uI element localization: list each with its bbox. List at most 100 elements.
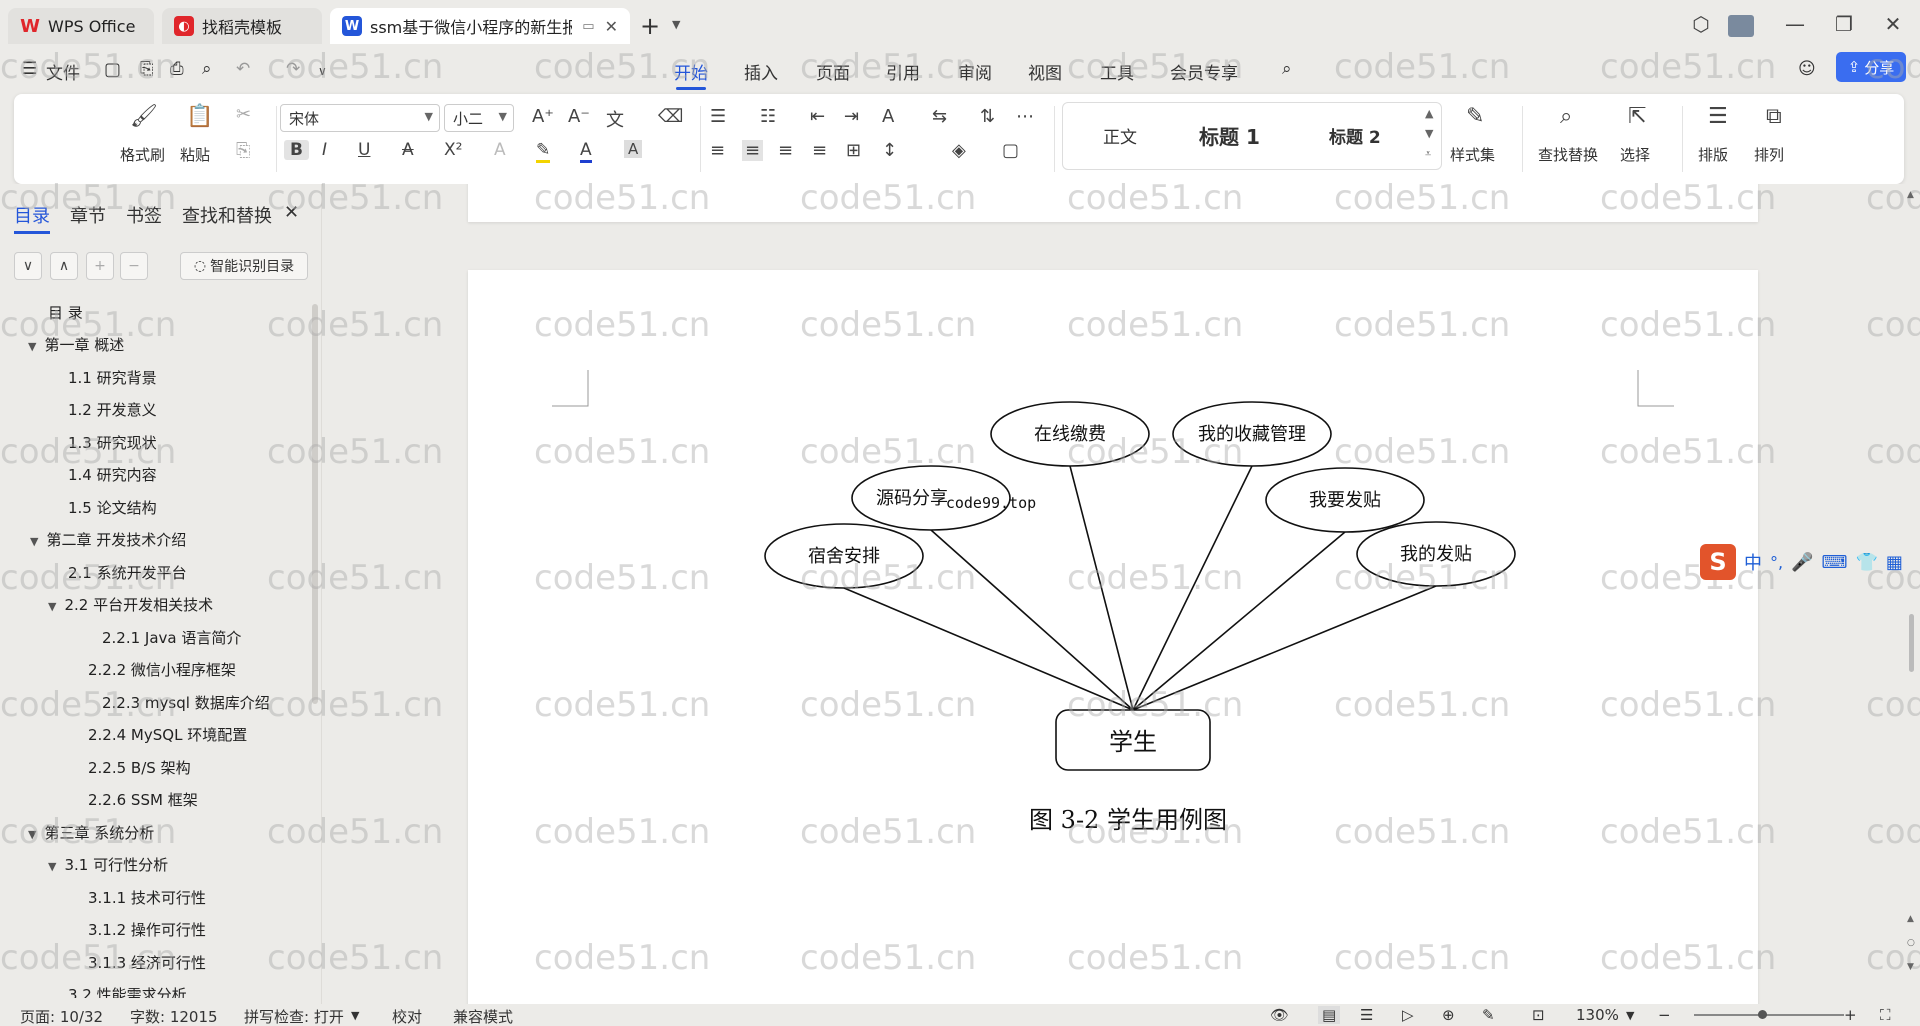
- tab-find-replace[interactable]: 查找和替换: [182, 202, 272, 228]
- toc-item[interactable]: 2.2.5 B/S 架构: [88, 757, 191, 778]
- shading-icon[interactable]: ◈: [952, 140, 966, 161]
- arrange-icon[interactable]: ⧉: [1766, 104, 1782, 129]
- clear-format-icon[interactable]: ⌫: [658, 106, 683, 127]
- align-left-icon[interactable]: ≡: [710, 140, 725, 161]
- close-tab-icon[interactable]: ✕: [605, 17, 618, 36]
- redo-icon[interactable]: ↷: [286, 59, 300, 79]
- toc-item[interactable]: 3.1.3 经济可行性: [88, 952, 206, 973]
- document-page[interactable]: 宿舍安排 源码分享 在线缴费 我的收藏管理 我要发贴 我的发贴 学生 code9…: [468, 270, 1758, 1006]
- copy-icon[interactable]: ⎘: [236, 140, 250, 161]
- search-icon[interactable]: ⌕: [1282, 59, 1292, 79]
- undo-icon[interactable]: ↶: [236, 59, 250, 79]
- strikethrough-icon[interactable]: A: [402, 140, 414, 160]
- tab-references[interactable]: 引用: [886, 59, 920, 84]
- borders-icon[interactable]: ▢: [1002, 140, 1019, 161]
- zoom-in-icon[interactable]: +: [1844, 1006, 1857, 1024]
- close-window-icon[interactable]: ✕: [1878, 12, 1908, 36]
- spellcheck-toggle[interactable]: 拼写检查: 打开: [244, 1006, 344, 1026]
- zoom-slider[interactable]: [1694, 1014, 1844, 1016]
- toc-item[interactable]: 3.1.1 技术可行性: [88, 887, 206, 908]
- keyboard-icon[interactable]: ⌨: [1822, 552, 1848, 573]
- print-icon[interactable]: ⎙: [170, 59, 184, 79]
- chevron-down-icon[interactable]: ▼: [1626, 1009, 1634, 1022]
- style-heading-1[interactable]: 标题 1: [1199, 121, 1260, 150]
- toc-item[interactable]: 2.2.4 MySQL 环境配置: [88, 724, 247, 745]
- toc-item[interactable]: 1.1 研究背景: [68, 367, 157, 388]
- file-menu[interactable]: 文件: [46, 59, 80, 84]
- select-button[interactable]: 选择: [1620, 144, 1650, 165]
- avatar[interactable]: [1728, 15, 1754, 37]
- window-icon[interactable]: ▭: [582, 19, 594, 34]
- zoom-slider-thumb[interactable]: [1758, 1010, 1767, 1019]
- chevron-down-icon[interactable]: ▼: [351, 1009, 359, 1022]
- shrink-font-icon[interactable]: A⁻: [568, 106, 590, 127]
- pinyin-icon[interactable]: 文: [606, 106, 624, 132]
- fit-page-icon[interactable]: ⊡: [1532, 1006, 1545, 1024]
- find-replace-button[interactable]: 查找替换: [1538, 144, 1598, 165]
- increase-indent-icon[interactable]: ⇥: [844, 106, 859, 127]
- prev-page-icon[interactable]: ○: [1907, 938, 1915, 948]
- align-right-icon[interactable]: ≡: [778, 140, 793, 161]
- outline-view-icon[interactable]: ☰: [1360, 1006, 1373, 1024]
- tab-document[interactable]: W ssm基于微信小程序的新生报到 ▭ ✕: [330, 8, 630, 44]
- toc-item[interactable]: ▼ 第二章 开发技术介绍: [30, 529, 186, 550]
- tab-list-chevron-icon[interactable]: ▼: [672, 18, 680, 31]
- decrease-indent-icon[interactable]: ⇤: [810, 106, 825, 127]
- style-set-icon[interactable]: ✎: [1466, 104, 1484, 129]
- skin-shirt-icon[interactable]: 👕: [1856, 552, 1878, 573]
- toc-item[interactable]: 1.3 研究现状: [68, 432, 157, 453]
- italic-icon[interactable]: I: [322, 140, 327, 160]
- toc-item[interactable]: 1.2 开发意义: [68, 399, 157, 420]
- scroll-thumb[interactable]: [1909, 614, 1914, 672]
- toc-item[interactable]: 2.2.2 微信小程序框架: [88, 659, 236, 680]
- cube-icon[interactable]: ⬡: [1686, 12, 1716, 36]
- chat-icon[interactable]: ☺: [1798, 59, 1816, 79]
- punctuation-icon[interactable]: °,: [1770, 553, 1783, 572]
- format-painter-icon[interactable]: 🖌: [130, 104, 158, 129]
- smart-toc-button[interactable]: ◌ 智能识别目录: [180, 252, 308, 280]
- text-effect-icon[interactable]: A: [494, 140, 506, 160]
- tab-insert[interactable]: 插入: [744, 59, 778, 84]
- tab-chapters[interactable]: 章节: [70, 202, 106, 228]
- para-spacing-icon[interactable]: ⇆: [932, 106, 947, 127]
- tab-toc[interactable]: 目录: [14, 202, 50, 234]
- toc-item[interactable]: ▼ 2.2 平台开发相关技术: [48, 594, 213, 615]
- layout-button[interactable]: 排版: [1698, 144, 1728, 165]
- toc-item[interactable]: 1.4 研究内容: [68, 464, 157, 485]
- toc-item[interactable]: 2.2.3 mysql 数据库介绍: [102, 692, 270, 713]
- font-name-select[interactable]: 宋体 ▼: [280, 104, 440, 132]
- microphone-icon[interactable]: 🎤: [1791, 552, 1813, 573]
- pane-scrollbar[interactable]: [312, 304, 318, 704]
- more-chevron-icon[interactable]: ∨: [318, 64, 327, 78]
- hamburger-icon[interactable]: ☰: [22, 59, 37, 79]
- share-button[interactable]: ⇪ 分享: [1836, 52, 1906, 82]
- tab-view[interactable]: 视图: [1028, 59, 1062, 84]
- toc-item[interactable]: ▼ 第三章 系统分析: [28, 822, 154, 843]
- tab-home[interactable]: 开始: [674, 59, 708, 90]
- toc-item[interactable]: 2.1 系统开发平台: [68, 562, 187, 583]
- toc-item[interactable]: 3.2 性能需求分析: [68, 984, 187, 998]
- char-shading-icon[interactable]: A: [624, 140, 643, 158]
- tab-template[interactable]: ◐ 找稻壳模板: [162, 8, 322, 44]
- scroll-up-icon[interactable]: ▲: [1907, 914, 1914, 924]
- print-preview-icon[interactable]: ⌕: [202, 59, 212, 79]
- line-spacing-icon[interactable]: ↕: [882, 140, 897, 161]
- underline-icon[interactable]: U: [358, 140, 370, 160]
- document-scrollbar[interactable]: ▲ ▲ ○ ▼: [1904, 184, 1920, 1006]
- show-marks-icon[interactable]: ⋯: [1016, 106, 1034, 127]
- play-icon[interactable]: ▷: [1402, 1006, 1414, 1024]
- tab-review[interactable]: 审阅: [958, 59, 992, 84]
- style-set-button[interactable]: 样式集: [1450, 144, 1495, 165]
- numbered-list-icon[interactable]: ☷: [760, 106, 776, 127]
- toc-item[interactable]: ▼ 3.1 可行性分析: [48, 854, 168, 875]
- proofread-button[interactable]: 校对: [392, 1006, 422, 1026]
- scroll-up-icon[interactable]: ▲: [1425, 107, 1433, 120]
- bold-icon[interactable]: B: [284, 140, 309, 160]
- page-view-icon[interactable]: ▤: [1318, 1006, 1341, 1024]
- grid-menu-icon[interactable]: ▦: [1886, 552, 1903, 573]
- web-view-icon[interactable]: ⊕: [1442, 1006, 1455, 1024]
- text-direction-icon[interactable]: A: [882, 106, 894, 127]
- close-pane-icon[interactable]: ✕: [284, 202, 299, 223]
- zoom-level[interactable]: 130%: [1576, 1006, 1619, 1024]
- superscript-icon[interactable]: X²: [444, 140, 462, 160]
